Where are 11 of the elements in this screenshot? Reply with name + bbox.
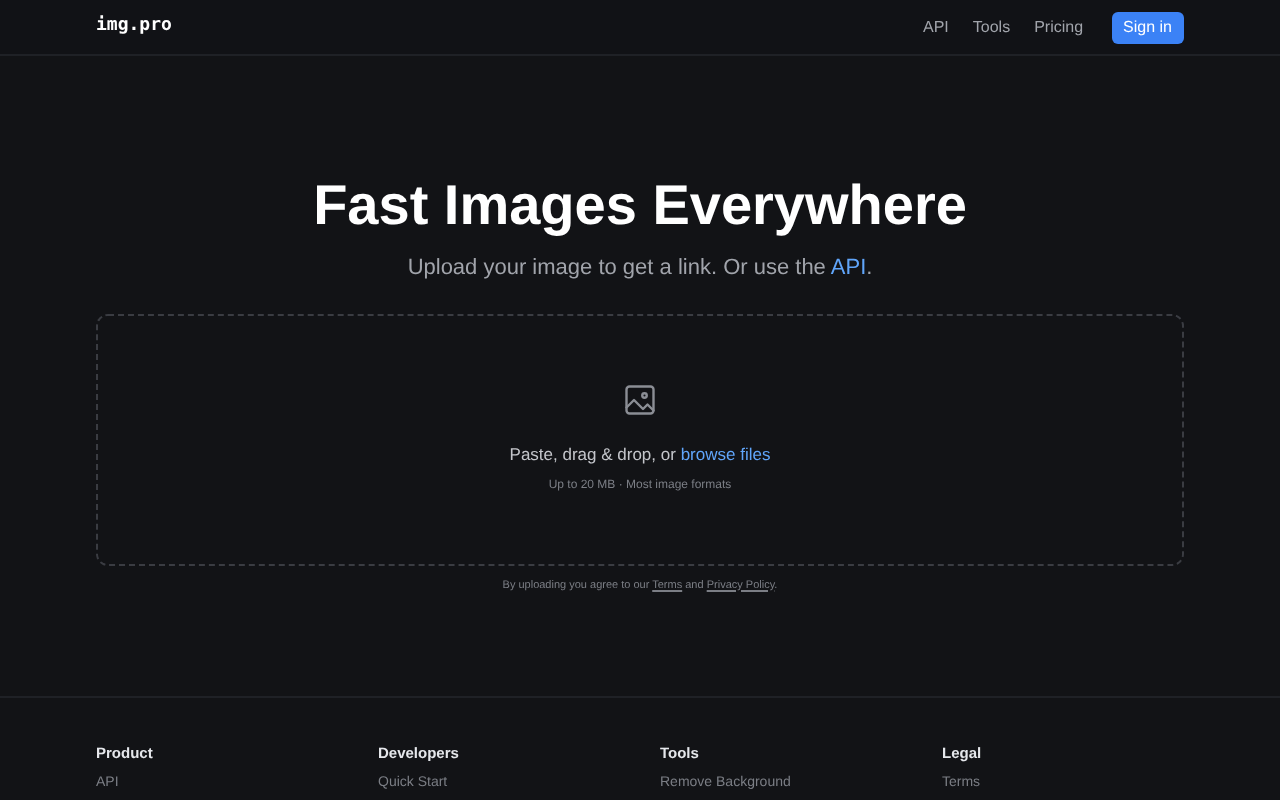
browse-files-link[interactable]: browse files — [680, 443, 771, 464]
hero-title: Fast Images Everywhere — [313, 172, 967, 240]
image-icon — [622, 381, 658, 418]
nav-link[interactable]: Tools — [972, 15, 1011, 39]
nav-link[interactable]: Pricing — [1034, 15, 1084, 39]
api-link[interactable]: API — [830, 256, 867, 280]
sign-in-button[interactable]: Sign in — [1111, 11, 1184, 43]
dropzone-prompt: Paste, drag & drop, or browse files — [509, 441, 771, 467]
hero-subtitle: Upload your image to get a link. Or use the API. — [407, 254, 873, 284]
nav-link[interactable]: API — [922, 15, 949, 39]
logo[interactable]: img.pro — [96, 13, 172, 41]
